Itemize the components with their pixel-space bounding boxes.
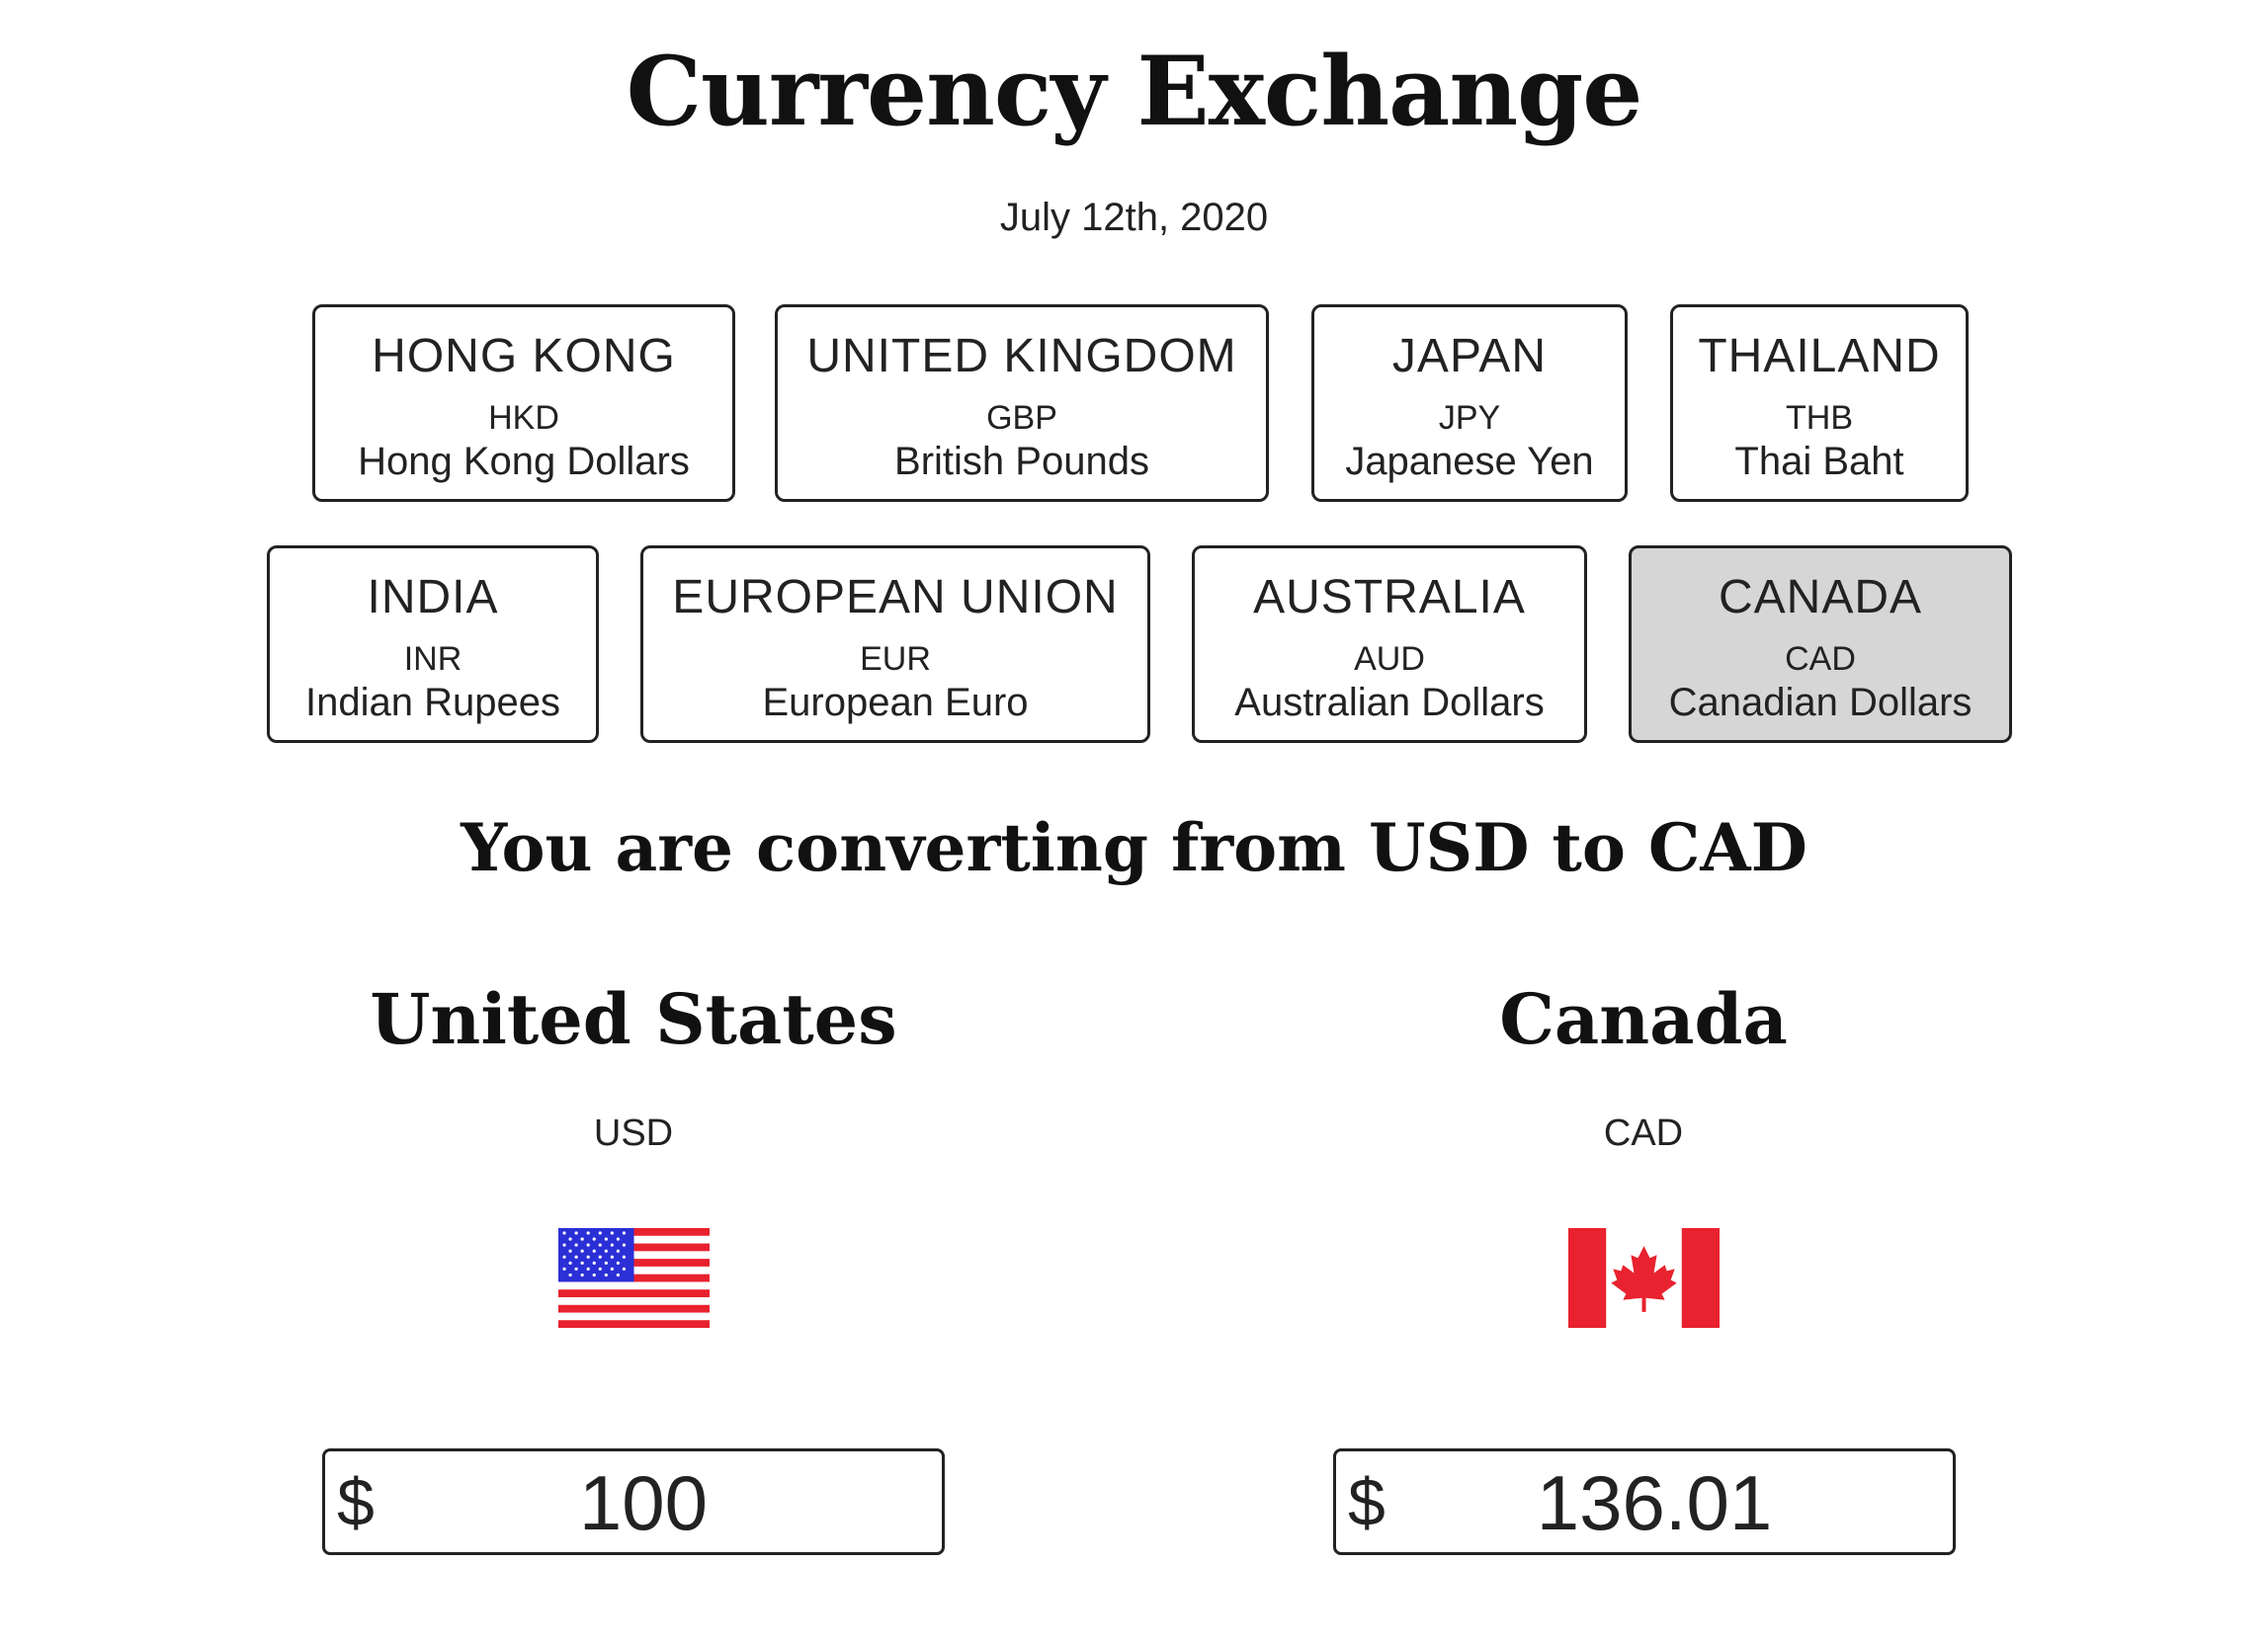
currency-country: CANADA: [1718, 571, 1923, 623]
from-currency-code: USD: [593, 1112, 674, 1154]
currency-country: HONG KONG: [372, 330, 676, 382]
us-flag-icon: [558, 1228, 710, 1328]
from-currency-symbol: $: [337, 1465, 375, 1540]
currency-country: UNITED KINGDOM: [806, 330, 1237, 382]
currency-country: JAPAN: [1391, 330, 1548, 382]
currency-name: British Pounds: [894, 440, 1149, 483]
currency-code: CAD: [1785, 640, 1856, 678]
currency-card-hkd[interactable]: HONG KONG HKD Hong Kong Dollars: [312, 304, 735, 502]
currency-card-inr[interactable]: INDIA INR Indian Rupees: [267, 545, 599, 743]
currency-name: Indian Rupees: [305, 681, 560, 724]
from-amount-field[interactable]: $: [322, 1448, 945, 1555]
currency-card-jpy[interactable]: JAPAN JPY Japanese Yen: [1311, 304, 1628, 502]
to-currency-code: CAD: [1603, 1112, 1684, 1154]
to-country-name: Canada: [1499, 978, 1788, 1060]
currency-code: AUD: [1354, 640, 1425, 678]
currency-code: THB: [1786, 399, 1853, 437]
currency-code: INR: [403, 640, 462, 678]
currency-country: AUSTRALIA: [1253, 571, 1526, 623]
canada-flag-icon: [1568, 1228, 1720, 1328]
currency-card-eur[interactable]: EUROPEAN UNION EUR European Euro: [640, 545, 1150, 743]
currency-code: HKD: [488, 399, 559, 437]
conversion-heading: You are converting from USD to CAD: [461, 809, 1807, 886]
currency-name: Australian Dollars: [1234, 681, 1545, 724]
to-amount-field[interactable]: $: [1333, 1448, 1956, 1555]
currency-country: EUROPEAN UNION: [672, 571, 1119, 623]
page-title: Currency Exchange: [626, 36, 1643, 147]
from-amount-input[interactable]: [384, 1459, 902, 1546]
currency-name: Japanese Yen: [1345, 440, 1594, 483]
to-currency-symbol: $: [1348, 1465, 1386, 1540]
currency-name: Thai Baht: [1734, 440, 1904, 483]
currency-code: JPY: [1438, 399, 1501, 437]
currency-country: INDIA: [367, 571, 499, 623]
currency-code: GBP: [986, 399, 1057, 437]
currency-name: Hong Kong Dollars: [358, 440, 690, 483]
to-amount-input[interactable]: [1395, 1459, 1913, 1546]
currency-card-gbp[interactable]: UNITED KINGDOM GBP British Pounds: [775, 304, 1269, 502]
currency-card-cad[interactable]: CANADA CAD Canadian Dollars: [1629, 545, 2012, 743]
exchange-date: July 12th, 2020: [999, 196, 1269, 239]
currency-name: Canadian Dollars: [1668, 681, 1973, 724]
currency-card-aud[interactable]: AUSTRALIA AUD Australian Dollars: [1192, 545, 1587, 743]
currency-name: European Euro: [762, 681, 1029, 724]
currency-country: THAILAND: [1698, 330, 1941, 382]
currency-code: EUR: [860, 640, 931, 678]
currency-card-thb[interactable]: THAILAND THB Thai Baht: [1670, 304, 1969, 502]
from-country-name: United States: [370, 978, 897, 1060]
